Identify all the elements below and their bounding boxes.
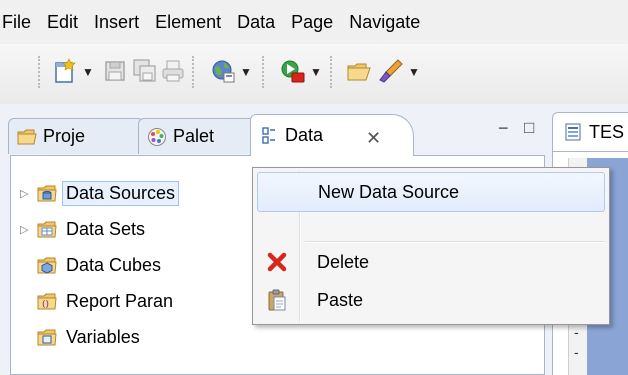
tree-item-data-sources[interactable]: ▷ Data Sources <box>20 176 180 210</box>
expand-arrow-icon[interactable]: ▷ <box>20 223 36 236</box>
tab-palette-label: Palet <box>173 126 215 146</box>
close-tab-icon[interactable]: ✕ <box>366 128 381 149</box>
tree-item-label: Report Paran <box>66 290 174 311</box>
open-folder-icon[interactable] <box>346 58 372 84</box>
tree-item-report-parameters[interactable]: () Report Paran <box>20 284 173 318</box>
menu-element[interactable]: Element <box>155 12 221 33</box>
paste-icon <box>268 289 286 311</box>
print-icon[interactable] <box>160 58 186 84</box>
report-parameters-icon: () <box>37 293 57 310</box>
data-explorer-icon <box>262 126 275 144</box>
toolbar-separator <box>262 56 264 88</box>
new-dropdown-icon[interactable]: ▼ <box>82 66 94 78</box>
context-menu-new-data-source[interactable]: New Data Source <box>257 172 605 212</box>
project-folder-icon <box>17 129 37 144</box>
view-tab-row: Proje Palet Data ✕ − □ <box>0 108 545 156</box>
toolbar-separator <box>330 56 332 88</box>
report-file-icon <box>565 123 581 141</box>
tab-data-label: Data <box>285 125 324 145</box>
ruler-tick: - <box>574 344 579 360</box>
minimize-view-icon[interactable]: − <box>498 118 509 139</box>
tab-palette[interactable]: Palet <box>138 118 258 154</box>
tab-project-label: Proje <box>43 126 86 146</box>
tree-item-label: Data Cubes <box>66 254 162 275</box>
menu-navigate[interactable]: Navigate <box>349 12 420 33</box>
delete-icon <box>267 252 287 272</box>
maximize-view-icon[interactable]: □ <box>524 118 534 138</box>
toolbar-separator <box>192 56 194 88</box>
context-menu-label: Delete <box>317 251 370 272</box>
menu-data[interactable]: Data <box>237 12 275 33</box>
globe-run-icon[interactable] <box>210 58 236 84</box>
context-menu-delete[interactable]: Delete <box>257 242 605 282</box>
tree-item-data-sets[interactable]: ▷ Data Sets <box>20 212 145 246</box>
svg-text:(): () <box>42 300 49 310</box>
tree-item-label: Data Sets <box>66 218 146 239</box>
expand-arrow-icon[interactable]: ▷ <box>20 187 36 200</box>
tab-project[interactable]: Proje <box>8 118 144 154</box>
editor-tab-label: TES <box>589 121 625 142</box>
tree-item-label: Data Sources <box>62 180 180 206</box>
variables-icon <box>37 329 57 346</box>
context-menu-paste[interactable]: Paste <box>257 280 605 320</box>
new-file-icon[interactable] <box>52 58 78 84</box>
context-menu: New Data Source Delete Paste <box>252 167 610 325</box>
palette-icon <box>148 127 166 146</box>
globe-dropdown-icon[interactable]: ▼ <box>240 66 252 78</box>
toolbar: ▼ ▼ ▼ ▼ <box>0 44 628 104</box>
tab-data[interactable]: Data <box>250 114 414 156</box>
menu-page[interactable]: Page <box>291 12 333 33</box>
context-menu-label: Paste <box>317 289 364 310</box>
brush-icon[interactable] <box>378 58 404 84</box>
menu-edit[interactable]: Edit <box>47 12 78 33</box>
context-menu-label: New Data Source <box>318 181 460 202</box>
run-report-icon[interactable] <box>280 58 306 84</box>
tree-item-label: Variables <box>66 326 140 347</box>
menu-insert[interactable]: Insert <box>94 12 139 33</box>
brush-dropdown-icon[interactable]: ▼ <box>408 66 420 78</box>
data-sources-icon <box>37 185 57 202</box>
run-dropdown-icon[interactable]: ▼ <box>310 66 322 78</box>
tree-item-variables[interactable]: Variables <box>20 320 140 354</box>
data-sets-icon <box>37 221 57 238</box>
data-cubes-icon <box>37 257 57 274</box>
tab-editor-test[interactable]: TES <box>552 112 628 152</box>
save-icon[interactable] <box>102 58 128 84</box>
tree-item-data-cubes[interactable]: Data Cubes <box>20 248 161 282</box>
menu-file[interactable]: File <box>2 12 31 33</box>
ruler-tick: - <box>574 324 579 340</box>
toolbar-separator <box>38 56 40 88</box>
menu-bar: File Edit Insert Element Data Page Navig… <box>0 0 628 44</box>
save-all-icon[interactable] <box>132 58 158 84</box>
